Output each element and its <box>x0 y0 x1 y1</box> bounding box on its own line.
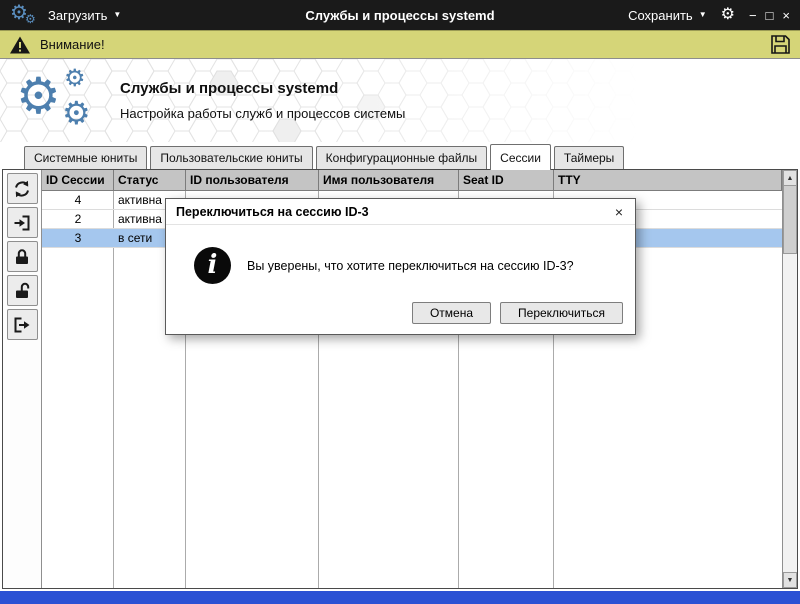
save-menu-label: Сохранить <box>628 7 693 23</box>
dialog-message: Вы уверены, что хотите переключиться на … <box>247 258 574 273</box>
scrollbar-track[interactable] <box>783 254 797 572</box>
gear-icon: ⚙ <box>62 94 91 131</box>
footer-bar <box>0 591 800 604</box>
close-session-button[interactable] <box>6 309 38 340</box>
cell-session-id: 3 <box>42 229 114 248</box>
refresh-button[interactable] <box>6 173 38 204</box>
exit-session-icon <box>14 317 30 332</box>
lock-session-button[interactable] <box>6 241 38 272</box>
column-header-session-id[interactable]: ID Сессии <box>42 170 114 191</box>
scroll-down-button[interactable]: ▼ <box>783 572 797 588</box>
column-header-tty[interactable]: TTY <box>554 170 782 191</box>
gear-icon: ⚙ <box>25 12 36 26</box>
settings-gear-icon[interactable]: ⚙ <box>721 7 735 23</box>
titlebar: ⚙ ⚙ Загрузить ▼ Службы и процессы system… <box>0 0 800 30</box>
close-button[interactable]: × <box>782 9 790 22</box>
tab-config-files[interactable]: Конфигурационные файлы <box>315 146 488 169</box>
session-toolbar <box>3 170 41 588</box>
save-menu-button[interactable]: Сохранить ▼ <box>628 8 707 23</box>
page-subtitle: Настройка работы служб и процессов систе… <box>120 106 406 121</box>
switch-to-session-button[interactable] <box>6 207 38 238</box>
app-gears-icon: ⚙ ⚙ <box>10 2 38 28</box>
save-floppy-icon[interactable] <box>770 34 791 55</box>
tab-system-units[interactable]: Системные юниты <box>24 146 148 169</box>
unlock-session-button[interactable] <box>6 275 38 306</box>
dialog-close-button[interactable]: × <box>613 205 625 219</box>
column-header-user-id[interactable]: ID пользователя <box>186 170 319 191</box>
page-title: Службы и процессы systemd <box>120 80 339 97</box>
scrollbar-thumb[interactable] <box>783 186 797 254</box>
dialog-buttons: Отмена Переключиться <box>166 302 635 334</box>
warning-triangle-icon <box>10 36 30 53</box>
window-controls: − □ × <box>749 9 790 22</box>
warning-label: Внимание! <box>40 37 105 52</box>
vertical-scrollbar[interactable]: ▲ ▼ <box>782 170 797 588</box>
confirm-switch-button[interactable]: Переключиться <box>500 302 623 324</box>
tab-bar: Системные юниты Пользовательские юниты К… <box>0 142 800 170</box>
warning-bar: Внимание! <box>0 30 800 59</box>
tab-timers[interactable]: Таймеры <box>553 146 625 169</box>
column-header-user-name[interactable]: Имя пользователя <box>319 170 459 191</box>
gear-icon: ⚙ <box>64 64 86 92</box>
load-menu-label: Загрузить <box>48 7 108 23</box>
column-header-status[interactable]: Статус <box>114 170 186 191</box>
maximize-button[interactable]: □ <box>766 9 774 22</box>
load-menu-button[interactable]: Загрузить ▼ <box>48 8 121 23</box>
scroll-up-button[interactable]: ▲ <box>783 170 797 186</box>
minimize-button[interactable]: − <box>749 9 757 22</box>
page-header: ⚙ ⚙ ⚙ Службы и процессы systemd Настройк… <box>0 59 800 142</box>
sessions-panel: ID Сессии Статус ID пользователя Имя пол… <box>2 169 798 589</box>
enter-session-icon <box>14 215 30 230</box>
cancel-button[interactable]: Отмена <box>411 302 492 324</box>
tab-user-units[interactable]: Пользовательские юниты <box>150 146 313 169</box>
lock-icon <box>16 248 28 264</box>
table-header-row: ID Сессии Статус ID пользователя Имя пол… <box>42 170 782 191</box>
cell-session-id: 4 <box>42 191 114 210</box>
column-header-seat-id[interactable]: Seat ID <box>459 170 554 191</box>
systemd-gears-icon: ⚙ ⚙ ⚙ <box>16 65 102 137</box>
unlock-icon <box>16 282 30 298</box>
cell-session-id: 2 <box>42 210 114 229</box>
dialog-body: i Вы уверены, что хотите переключиться н… <box>166 225 635 302</box>
chevron-down-icon: ▼ <box>698 10 707 19</box>
refresh-icon <box>15 180 29 197</box>
app-window: ⚙ ⚙ Загрузить ▼ Службы и процессы system… <box>0 0 800 604</box>
dialog-title: Переключиться на сессию ID-3 <box>176 205 369 219</box>
dialog-titlebar: Переключиться на сессию ID-3 × <box>166 199 635 225</box>
info-icon: i <box>194 247 231 284</box>
switch-session-dialog: Переключиться на сессию ID-3 × i Вы увер… <box>165 198 636 335</box>
tab-sessions[interactable]: Сессии <box>490 144 551 170</box>
gear-icon: ⚙ <box>16 67 61 124</box>
chevron-down-icon: ▼ <box>113 10 122 19</box>
